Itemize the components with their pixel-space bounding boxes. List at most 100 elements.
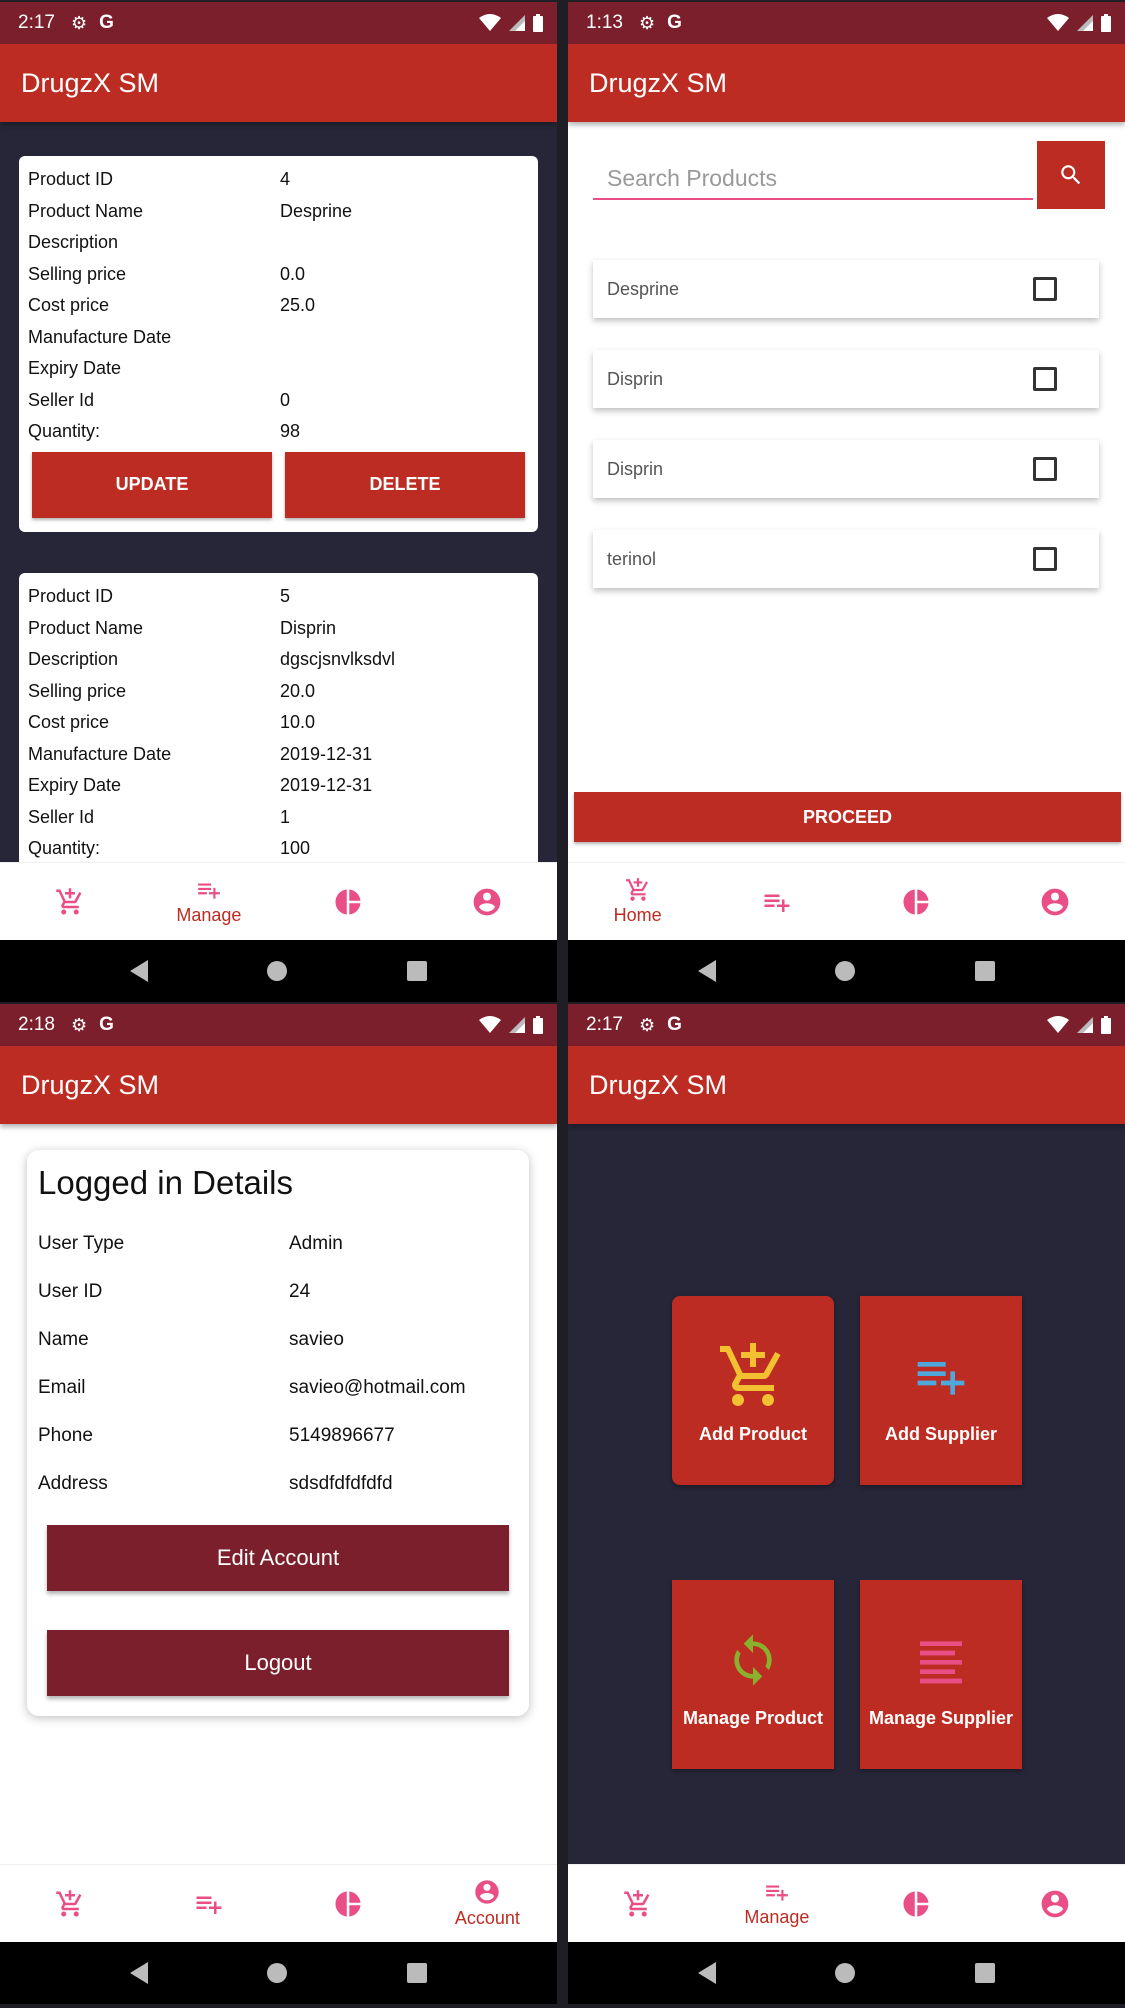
- field-label: Quantity:: [28, 421, 101, 442]
- product-field-row: Quantity: 98: [28, 416, 529, 448]
- field-value: 25.0: [280, 295, 316, 316]
- nav-account[interactable]: [986, 863, 1125, 940]
- back-icon[interactable]: [129, 960, 148, 982]
- product-list-item[interactable]: terinol: [593, 530, 1099, 588]
- field-value: 98: [280, 421, 301, 442]
- field-value: 10.0: [280, 712, 316, 733]
- recents-square-icon[interactable]: [975, 1963, 996, 1983]
- pie-chart-icon: [903, 1891, 929, 1916]
- nav-manage[interactable]: Manage: [139, 863, 278, 940]
- battery-icon: [533, 1016, 543, 1034]
- manage-product-tile[interactable]: Manage Product: [672, 1580, 834, 1769]
- product-field-row: Selling price 0.0: [28, 259, 529, 291]
- update-button[interactable]: UPDATE: [32, 451, 272, 518]
- bottom-nav: Manage: [568, 1864, 1125, 1942]
- list-lines-icon: [913, 1620, 969, 1700]
- cart-plus-icon: [625, 878, 648, 901]
- product-list-item[interactable]: Desprine: [593, 260, 1099, 318]
- nav-reports[interactable]: [279, 1865, 418, 1942]
- home-circle-icon[interactable]: [835, 1963, 856, 1983]
- nav-account[interactable]: [418, 863, 557, 940]
- pie-chart-icon: [335, 889, 361, 914]
- app-bar: DrugzX SM: [0, 44, 557, 122]
- account-row: User Type Admin: [38, 1220, 518, 1268]
- manage-supplier-tile[interactable]: Manage Supplier: [860, 1580, 1022, 1769]
- nav-label: Manage: [176, 905, 242, 925]
- row-label: Name: [38, 1329, 89, 1350]
- home-circle-icon[interactable]: [267, 961, 288, 981]
- wifi-icon: [1047, 14, 1069, 31]
- app-bar: DrugzX SM: [568, 44, 1125, 122]
- search-input[interactable]: [593, 158, 1033, 200]
- nav-reports[interactable]: [847, 863, 986, 940]
- nav-reports[interactable]: [847, 1865, 986, 1942]
- product-field-row: Product ID 5: [28, 581, 529, 613]
- tile-label: Add Product: [699, 1424, 807, 1444]
- bottom-nav: Account: [0, 1864, 557, 1942]
- account-row: Name savieo: [38, 1316, 518, 1364]
- logout-button[interactable]: Logout: [47, 1630, 509, 1696]
- battery-icon: [533, 14, 543, 32]
- nav-home[interactable]: [568, 1865, 707, 1942]
- back-icon[interactable]: [697, 960, 716, 982]
- product-list[interactable]: Product ID 4 Product Name Desprine Descrip…: [0, 122, 557, 862]
- nav-reports[interactable]: [279, 863, 418, 940]
- item-checkbox[interactable]: [1033, 277, 1057, 301]
- product-list-item[interactable]: Disprin: [593, 440, 1099, 498]
- system-nav: [0, 940, 557, 1002]
- nav-manage[interactable]: Manage: [707, 1865, 846, 1942]
- sync-icon: [725, 1620, 781, 1700]
- row-label: User ID: [38, 1281, 103, 1302]
- product-field-row: Quantity: 100: [28, 833, 529, 862]
- home-circle-icon[interactable]: [835, 961, 856, 981]
- system-nav: [568, 940, 1125, 1002]
- manage-menu-content: Add Product Add Supplier Manage Product …: [568, 1124, 1125, 1864]
- home-content: Desprine Disprin Disprin terinol PROCEED: [568, 122, 1125, 862]
- gear-icon: ⚙: [638, 1014, 656, 1035]
- field-value: 100: [280, 838, 311, 859]
- signal-icon: [509, 1017, 525, 1033]
- nav-home[interactable]: Home: [568, 863, 707, 940]
- manage-menu-screen: 2:17 ⚙ G DrugzX SM Add Product Add Suppl…: [568, 1004, 1125, 2004]
- pie-chart-icon: [903, 889, 929, 914]
- recents-square-icon[interactable]: [975, 961, 996, 981]
- nav-account[interactable]: [986, 1865, 1125, 1942]
- add-product-tile[interactable]: Add Product: [672, 1296, 834, 1485]
- nav-account[interactable]: Account: [418, 1865, 557, 1942]
- field-value: 20.0: [280, 680, 316, 701]
- nav-label: Manage: [744, 1907, 810, 1927]
- product-field-row: Product ID 4: [28, 164, 529, 196]
- pie-chart-icon: [335, 1891, 361, 1916]
- delete-button[interactable]: DELETE: [285, 451, 525, 518]
- proceed-button[interactable]: PROCEED: [574, 792, 1121, 842]
- system-nav: [568, 1942, 1125, 2004]
- search-button[interactable]: [1037, 141, 1105, 209]
- row-label: Address: [38, 1473, 108, 1494]
- item-checkbox[interactable]: [1033, 367, 1057, 391]
- product-list-item[interactable]: Disprin: [593, 350, 1099, 408]
- nav-manage[interactable]: [139, 1865, 278, 1942]
- recents-square-icon[interactable]: [407, 1963, 428, 1983]
- row-label: Email: [38, 1377, 86, 1398]
- nav-home[interactable]: [0, 863, 139, 940]
- nav-label: Home: [613, 905, 662, 925]
- product-card: Product ID 5 Product Name Disprin Descript…: [19, 573, 538, 862]
- home-circle-icon[interactable]: [267, 1963, 288, 1983]
- account-circle-icon: [475, 1880, 500, 1904]
- product-field-row: Product Name Desprine: [28, 196, 529, 228]
- add-supplier-tile[interactable]: Add Supplier: [860, 1296, 1022, 1485]
- nav-manage[interactable]: [707, 863, 846, 940]
- recents-square-icon[interactable]: [407, 961, 428, 981]
- item-checkbox[interactable]: [1033, 547, 1057, 571]
- app-title: DrugzX SM: [21, 1069, 160, 1100]
- playlist-add-icon: [198, 883, 220, 899]
- back-icon[interactable]: [697, 1962, 716, 1984]
- field-value: Desprine: [280, 200, 353, 221]
- nav-home[interactable]: [0, 1865, 139, 1942]
- edit-account-button[interactable]: Edit Account: [47, 1525, 509, 1591]
- account-row: Email savieo@hotmail.com: [38, 1364, 518, 1412]
- back-icon[interactable]: [129, 1962, 148, 1984]
- gear-icon: ⚙: [70, 12, 88, 33]
- item-checkbox[interactable]: [1033, 457, 1057, 481]
- status-time: 2:17: [18, 12, 55, 33]
